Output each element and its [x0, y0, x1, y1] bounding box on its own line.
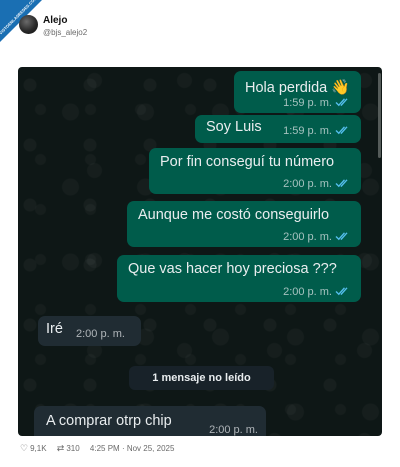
chat-screenshot: Hola perdida 👋 1:59 p. m. Soy Luis 1:59 p…	[18, 67, 382, 436]
message-time: 2:00 p. m.	[283, 178, 332, 190]
message-meta: 2:00 p. m.	[283, 231, 351, 243]
message-text: Soy Luis	[206, 119, 262, 135]
message-text-content: Hola perdida	[245, 80, 328, 96]
message-text: Iré	[46, 321, 63, 337]
retweets-count[interactable]: 310	[66, 444, 79, 453]
avatar[interactable]	[19, 15, 38, 34]
message-meta: 1:59 p. m.	[283, 97, 351, 109]
waving-hand-emoji: 👋	[331, 79, 350, 96]
message-bubble-outgoing: Por fin conseguí tu número 2:00 p. m.	[149, 148, 361, 194]
message-time: 1:59 p. m.	[283, 97, 332, 109]
message-time: 1:59 p. m.	[283, 125, 332, 137]
unread-messages-divider: 1 mensaje no leído	[129, 366, 274, 390]
likes-count[interactable]: 9,1K	[30, 444, 46, 453]
heart-icon[interactable]: ♡	[20, 443, 28, 454]
double-check-icon	[335, 98, 348, 107]
double-check-icon	[335, 126, 348, 135]
message-meta: 2:00 p. m.	[283, 178, 351, 190]
author-name[interactable]: Alejo	[43, 15, 67, 26]
message-bubble-outgoing: Hola perdida 👋 1:59 p. m.	[234, 71, 361, 113]
author-handle[interactable]: @bjs_alejo2	[43, 28, 87, 37]
message-text: A comprar otrp chip	[46, 413, 172, 429]
message-time: 2:00 p. m.	[283, 231, 332, 243]
tweet-footer: ♡ 9,1K ⇄ 310 4:25 PM · Nov 25, 2025	[20, 443, 174, 454]
double-check-icon	[335, 232, 348, 241]
chat-scrollbar	[378, 73, 381, 158]
retweet-icon[interactable]: ⇄	[57, 443, 65, 454]
message-meta: 1:59 p. m.	[283, 125, 351, 137]
message-text: Por fin conseguí tu número	[160, 154, 335, 170]
message-text: Aunque me costó conseguirlo	[138, 207, 330, 223]
message-bubble-outgoing: Aunque me costó conseguirlo 2:00 p. m.	[127, 201, 361, 247]
message-time: 2:00 p. m.	[209, 424, 258, 436]
message-text: Que vas hacer hoy preciosa ???	[128, 261, 337, 277]
message-bubble-incoming: A comprar otrp chip 2:00 p. m.	[34, 406, 266, 436]
tweet-timestamp[interactable]: 4:25 PM · Nov 25, 2025	[90, 444, 175, 453]
message-bubble-incoming: Iré 2:00 p. m.	[38, 316, 141, 346]
message-time: 2:00 p. m.	[76, 328, 125, 340]
message-bubble-outgoing: Soy Luis 1:59 p. m.	[195, 115, 361, 143]
message-text: Hola perdida 👋	[245, 78, 350, 96]
message-bubble-outgoing: Que vas hacer hoy preciosa ??? 2:00 p. m…	[117, 255, 361, 302]
double-check-icon	[335, 287, 348, 296]
message-time: 2:00 p. m.	[283, 286, 332, 298]
tweet-card: VISTOENLASREDES.COM Alejo @bjs_alejo2 Ho…	[0, 0, 400, 467]
message-meta: 2:00 p. m.	[283, 286, 351, 298]
double-check-icon	[335, 179, 348, 188]
